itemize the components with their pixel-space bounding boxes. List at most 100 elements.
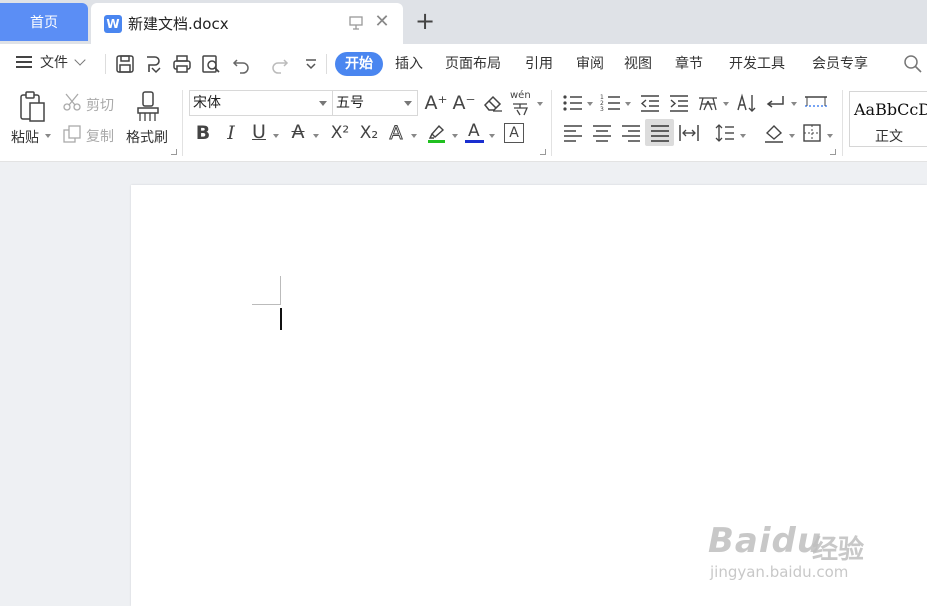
tab-home[interactable]: 首页 — [0, 3, 88, 41]
text-effect-button[interactable]: A — [385, 122, 407, 145]
numbering-dropdown-icon[interactable] — [625, 102, 631, 106]
font-color-bar — [465, 140, 484, 143]
tab-review[interactable]: 审阅 — [576, 52, 604, 76]
font-color-dropdown-icon[interactable] — [489, 134, 495, 138]
chevron-down-icon — [74, 54, 86, 66]
watermark-url: jingyan.baidu.com — [710, 563, 849, 581]
strikethrough-dropdown-icon[interactable] — [313, 134, 319, 138]
copy-icon[interactable] — [62, 124, 82, 144]
superscript-button[interactable]: X² — [326, 122, 354, 144]
cut-icon[interactable] — [62, 92, 82, 112]
decrease-font-size-button[interactable]: A⁻ — [452, 92, 476, 114]
paragraph-dialog-launcher[interactable] — [830, 149, 836, 155]
close-tab-icon[interactable]: ✕ — [373, 13, 391, 31]
format-painter-button[interactable]: 格式刷 — [126, 127, 168, 147]
customize-toolbar-icon[interactable] — [300, 53, 322, 75]
tab-insert[interactable]: 插入 — [395, 52, 423, 76]
justify-icon[interactable] — [649, 123, 671, 143]
style-normal[interactable]: AaBbCcDd 正文 — [849, 91, 927, 147]
underline-button[interactable]: U — [249, 121, 269, 143]
undo-icon[interactable] — [231, 53, 253, 75]
paste-icon[interactable] — [17, 90, 49, 124]
shading-icon[interactable] — [763, 122, 785, 144]
monitor-icon[interactable] — [349, 15, 363, 31]
font-size-dropdown-icon — [404, 101, 412, 106]
highlight-color-icon[interactable] — [426, 122, 448, 144]
character-border-letter: A — [509, 125, 519, 141]
increase-font-size-button[interactable]: A⁺ — [424, 92, 448, 114]
tab-developer[interactable]: 开发工具 — [729, 52, 785, 76]
svg-text:3: 3 — [600, 106, 604, 113]
tab-page-layout[interactable]: 页面布局 — [445, 52, 501, 76]
shading-dropdown-icon[interactable] — [789, 134, 795, 138]
text-effect-dropdown-icon[interactable] — [411, 134, 417, 138]
export-pdf-icon[interactable] — [142, 53, 164, 75]
tab-home-ribbon[interactable]: 开始 — [335, 52, 383, 76]
line-spacing-icon[interactable] — [714, 122, 736, 144]
sort-icon[interactable] — [736, 92, 758, 114]
save-icon[interactable] — [114, 53, 136, 75]
paragraph-marks-dropdown-icon[interactable] — [791, 102, 797, 106]
style-sample-text: AaBbCcDd — [854, 100, 927, 119]
distributed-align-icon[interactable] — [678, 123, 700, 143]
divider — [182, 90, 183, 156]
watermark-brand: Baidu — [708, 521, 822, 561]
font-color-letter: A — [468, 121, 480, 141]
bold-button[interactable]: B — [192, 122, 214, 144]
decrease-indent-icon[interactable] — [639, 93, 661, 113]
cut-button[interactable]: 剪切 — [86, 95, 114, 115]
subscript-button[interactable]: X₂ — [356, 122, 382, 144]
file-menu-label: 文件 — [40, 55, 68, 71]
file-menu-button[interactable]: 文件 — [16, 52, 86, 72]
pinyin-guide-icon[interactable]: wén — [510, 90, 534, 116]
font-name-dropdown-icon — [319, 101, 327, 106]
bullet-list-icon[interactable] — [562, 93, 584, 113]
tab-view[interactable]: 视图 — [624, 52, 652, 76]
tab-document[interactable]: W 新建文档.docx ✕ — [91, 3, 403, 44]
chinese-layout-icon[interactable] — [697, 93, 719, 113]
underline-dropdown-icon[interactable] — [273, 134, 279, 138]
borders-icon[interactable] — [802, 123, 822, 143]
numbered-list-icon[interactable]: 123 — [600, 93, 622, 113]
table-of-contents-icon[interactable] — [804, 94, 828, 110]
watermark-brand-cn: 经验 — [812, 535, 865, 565]
bullet-dropdown-icon[interactable] — [587, 102, 593, 106]
tab-references[interactable]: 引用 — [525, 52, 553, 76]
margin-marker-vertical — [280, 276, 281, 305]
increase-indent-icon[interactable] — [668, 93, 690, 113]
align-center-icon[interactable] — [591, 123, 613, 143]
line-spacing-dropdown-icon[interactable] — [740, 134, 746, 138]
divider — [842, 90, 843, 156]
clear-format-icon[interactable] — [482, 93, 504, 113]
redo-icon[interactable] — [268, 53, 290, 75]
borders-dropdown-icon[interactable] — [827, 134, 833, 138]
strikethrough-button[interactable]: A — [288, 121, 308, 143]
italic-button[interactable]: I — [222, 122, 240, 144]
chinese-layout-dropdown-icon[interactable] — [723, 102, 729, 106]
font-name-select[interactable]: 宋体 — [189, 90, 333, 116]
paste-button[interactable]: 粘贴 — [11, 127, 39, 147]
search-icon[interactable] — [903, 54, 923, 74]
character-border-button[interactable]: A — [504, 123, 524, 143]
copy-button[interactable]: 复制 — [86, 126, 114, 146]
font-color-icon[interactable]: A — [465, 121, 485, 145]
hamburger-icon — [16, 56, 32, 68]
font-dialog-launcher[interactable] — [540, 149, 546, 155]
show-paragraph-marks-icon[interactable] — [765, 93, 787, 113]
print-icon[interactable] — [171, 53, 193, 75]
tab-member[interactable]: 会员专享 — [812, 52, 868, 76]
format-painter-icon[interactable] — [134, 90, 162, 124]
align-left-icon[interactable] — [562, 123, 584, 143]
paste-dropdown-icon[interactable] — [45, 134, 51, 138]
font-size-select[interactable]: 五号 — [332, 90, 418, 116]
new-tab-button[interactable]: + — [414, 8, 436, 34]
watermark-brand-bai: Bai — [708, 521, 772, 561]
clipboard-dialog-launcher[interactable] — [171, 149, 177, 155]
highlight-dropdown-icon[interactable] — [452, 134, 458, 138]
align-right-icon[interactable] — [620, 123, 642, 143]
menu-bar: 文件 开始 插入 页面布局 引用 审阅 视图 章节 开发工具 会员专享 — [0, 44, 927, 111]
font-size-value: 五号 — [336, 95, 364, 111]
tab-chapter[interactable]: 章节 — [675, 52, 703, 76]
pinyin-dropdown-icon[interactable] — [537, 102, 543, 106]
print-preview-icon[interactable] — [200, 53, 222, 75]
